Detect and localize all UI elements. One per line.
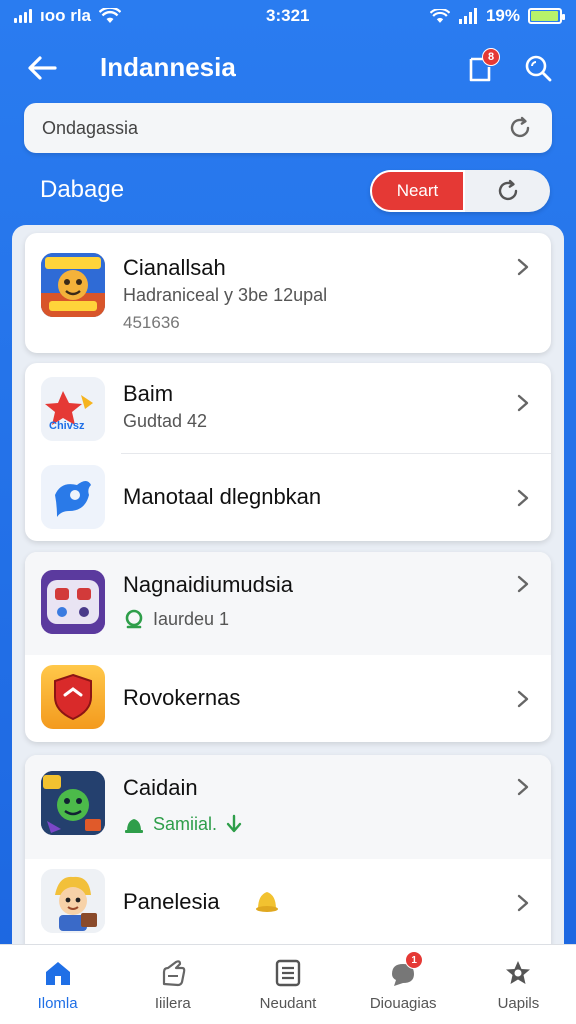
home-icon bbox=[42, 957, 74, 989]
list-item-panelesia[interactable]: Panelesia bbox=[25, 859, 551, 945]
red-shield-icon bbox=[41, 665, 105, 729]
list-item-baim[interactable]: Chivsz Baim Gudtad 42 bbox=[25, 363, 551, 453]
back-arrow-icon bbox=[28, 56, 57, 80]
segment-neart[interactable]: Neart bbox=[370, 170, 465, 212]
cell-signal-icon bbox=[458, 8, 477, 24]
nav-label: Ilomla bbox=[37, 995, 78, 1012]
nav-home[interactable]: Ilomla bbox=[0, 945, 115, 1024]
status-text: Samiial. bbox=[153, 813, 218, 834]
bottom-nav: Ilomla Iiilera Neudant 1 Diouagias Uapil… bbox=[0, 944, 576, 1024]
segment-control: Neart bbox=[370, 170, 550, 212]
chevron-right-icon bbox=[513, 488, 533, 508]
list-item-nagnaidiumudsia[interactable]: Nagnaidiumudsia Iaurdeu 1 bbox=[25, 552, 551, 655]
refresh-icon bbox=[510, 116, 530, 138]
search-field bbox=[24, 103, 552, 153]
list-item-rovokernas[interactable]: Rovokernas bbox=[25, 655, 551, 742]
nav-label: Neudant bbox=[259, 995, 317, 1012]
carrier-label: ıoo rla bbox=[40, 6, 92, 25]
notification-badge: 8 bbox=[482, 48, 500, 66]
row-title: Caidain bbox=[123, 775, 198, 800]
status-time: 3:321 bbox=[266, 6, 310, 25]
page-title: Indannesia bbox=[100, 52, 236, 82]
list-item-caidain[interactable]: Caidain Samiial. bbox=[25, 755, 551, 859]
content-panel: Cianallsah Hadraniceal y 3be 12upal 4516… bbox=[12, 225, 564, 945]
row-title: Cianallsah bbox=[123, 255, 226, 280]
status-right: 19% bbox=[429, 6, 565, 26]
yellow-bell-icon bbox=[256, 892, 278, 912]
search-refresh-button[interactable] bbox=[506, 114, 534, 142]
chevron-right-icon bbox=[513, 393, 533, 413]
row-title: Baim bbox=[123, 381, 174, 406]
nav-document[interactable]: Neudant bbox=[230, 945, 345, 1024]
refresh-icon bbox=[498, 179, 517, 201]
status-left: ıoo rla bbox=[14, 6, 122, 26]
search-button[interactable] bbox=[518, 48, 558, 88]
chevron-right-icon bbox=[513, 257, 533, 277]
hand-icon bbox=[157, 957, 189, 989]
card-group-3: Nagnaidiumudsia Iaurdeu 1 Rovokernas bbox=[25, 552, 551, 742]
nav-label: Iiilera bbox=[154, 995, 191, 1012]
chevron-right-icon bbox=[513, 893, 533, 913]
battery-percent: 19% bbox=[485, 6, 520, 25]
battery-fill bbox=[531, 11, 558, 21]
search-input[interactable] bbox=[42, 117, 506, 139]
wifi-icon bbox=[99, 8, 122, 23]
card-featured: Cianallsah Hadraniceal y 3be 12upal 4516… bbox=[25, 233, 551, 353]
blue-bird-icon bbox=[41, 465, 105, 529]
battery-icon bbox=[528, 8, 565, 24]
purple-controller-icon bbox=[41, 570, 105, 634]
row-subtitle: Gudtad 42 bbox=[123, 411, 208, 431]
row-subtitle: Hadraniceal y 3be 12upal bbox=[123, 285, 328, 305]
app-header: Indannesia 8 bbox=[0, 36, 576, 98]
cartoon-boy-icon bbox=[41, 869, 105, 933]
row-title: Panelesia bbox=[123, 889, 220, 914]
green-creature-icon bbox=[41, 771, 105, 835]
svg-text:Chivsz: Chivsz bbox=[49, 420, 85, 432]
game-cartoon-icon bbox=[41, 253, 105, 317]
status-line: Samiial. bbox=[123, 813, 243, 835]
search-icon bbox=[525, 55, 552, 82]
app-screen: ıoo rla 3:321 19% Indannesia 8 Ondagassi… bbox=[0, 0, 576, 1024]
status-line: Iaurdeu 1 bbox=[123, 608, 229, 630]
segment-refresh-button[interactable] bbox=[465, 170, 550, 212]
down-arrow-icon bbox=[226, 814, 242, 833]
document-icon bbox=[272, 957, 304, 989]
row-detail: 451636 bbox=[123, 313, 180, 332]
green-status-icon bbox=[125, 609, 143, 629]
chevron-right-icon bbox=[513, 574, 533, 594]
section-label: Dabage bbox=[40, 176, 125, 203]
chat-badge: 1 bbox=[405, 951, 424, 969]
signal-dots-icon bbox=[14, 9, 32, 23]
chat-icon: 1 bbox=[387, 951, 424, 989]
card-group-2: Chivsz Baim Gudtad 42 Manotaal dlegnbkan bbox=[25, 363, 551, 541]
notifications-button[interactable]: 8 bbox=[460, 48, 500, 88]
row-title: Manotaal dlegnbkan bbox=[123, 484, 322, 509]
nav-label: Diouagias bbox=[369, 995, 437, 1012]
wifi-small-icon bbox=[429, 8, 450, 23]
chevron-right-icon bbox=[513, 777, 533, 797]
settings-star-icon bbox=[502, 957, 534, 989]
chevron-right-icon bbox=[513, 689, 533, 709]
back-button[interactable] bbox=[22, 48, 62, 88]
bell-status-icon bbox=[125, 819, 143, 833]
nav-settings[interactable]: Uapils bbox=[461, 945, 576, 1024]
list-item-cianallsah[interactable]: Cianallsah Hadraniceal y 3be 12upal 4516… bbox=[25, 233, 551, 353]
status-bar: ıoo rla 3:321 19% bbox=[0, 0, 576, 32]
nav-label: Uapils bbox=[497, 995, 540, 1012]
star-logo-icon: Chivsz bbox=[41, 377, 105, 441]
row-title: Nagnaidiumudsia bbox=[123, 572, 293, 597]
card-group-4: Caidain Samiial. Panelesia bbox=[25, 755, 551, 945]
row-title: Rovokernas bbox=[123, 685, 241, 710]
status-text: Iaurdeu 1 bbox=[153, 608, 230, 629]
list-item-manotaal[interactable]: Manotaal dlegnbkan bbox=[25, 454, 551, 541]
nav-hand[interactable]: Iiilera bbox=[115, 945, 230, 1024]
nav-chat[interactable]: 1 Diouagias bbox=[346, 945, 461, 1024]
